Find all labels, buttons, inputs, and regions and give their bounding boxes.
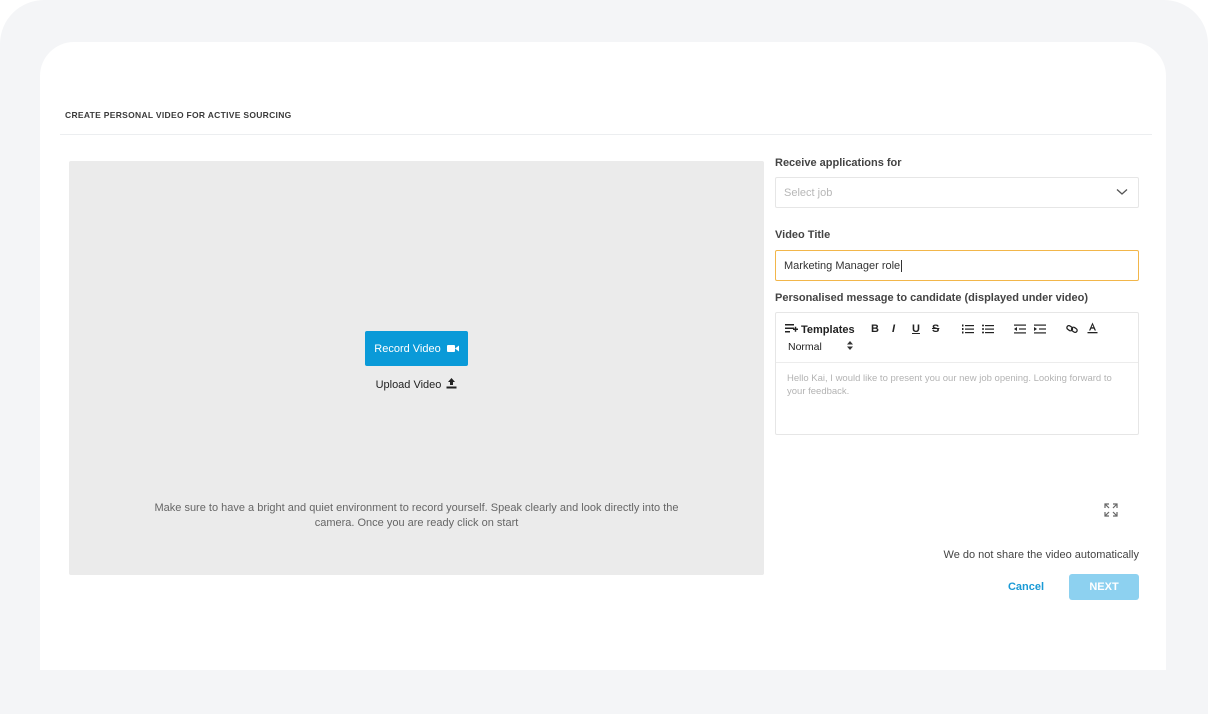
italic-button[interactable]: I [892,323,895,335]
link-icon[interactable] [1066,324,1078,334]
job-select-placeholder: Select job [784,186,833,199]
editor-toolbar: Templates B I U S Normal [776,313,1138,363]
video-title-value: Marketing Manager role [784,259,901,272]
recording-instructions: Make sure to have a bright and quiet env… [154,502,679,529]
chevron-down-icon [1116,187,1128,199]
share-disclaimer: We do not share the video automatically [943,549,1139,561]
record-video-button[interactable]: Record Video [365,331,468,366]
video-preview-area: Record Video Upload Video Make sure to h… [69,161,764,575]
next-button[interactable]: NEXT [1069,574,1139,600]
text-caret [901,259,903,272]
message-editor[interactable]: Templates B I U S Normal Hello Kai, I wo… [775,312,1139,435]
text-color-icon[interactable] [1087,322,1098,334]
cancel-button[interactable]: Cancel [1000,579,1052,595]
record-video-label: Record Video [374,342,441,355]
job-select-label: Receive applications for [775,157,902,169]
upload-video-label: Upload Video [375,379,442,391]
message-placeholder: Hello Kai, I would like to present you o… [787,373,1112,397]
upload-icon [446,378,457,392]
outdent-icon[interactable] [1014,324,1026,334]
dialog-card: CREATE PERSONAL VIDEO FOR ACTIVE SOURCIN… [40,42,1166,670]
text-style-select[interactable]: Normal [788,341,853,353]
video-title-input[interactable]: Marketing Manager role [775,250,1139,281]
templates-button[interactable]: Templates [785,323,855,336]
templates-icon [785,323,798,336]
updown-chevron-icon [847,341,853,353]
underline-button[interactable]: U [912,323,920,335]
expand-icon[interactable] [1104,503,1118,522]
text-style-value: Normal [788,341,822,353]
page-title: CREATE PERSONAL VIDEO FOR ACTIVE SOURCIN… [65,110,292,120]
job-select[interactable]: Select job [775,177,1139,208]
bullet-list-icon[interactable] [982,324,994,334]
message-label: Personalised message to candidate (displ… [775,292,1088,304]
strikethrough-button[interactable]: S [932,323,939,335]
upload-video-link[interactable]: Upload Video [369,377,464,393]
page-frame: CREATE PERSONAL VIDEO FOR ACTIVE SOURCIN… [0,0,1208,714]
templates-label: Templates [801,323,855,336]
video-camera-icon [446,344,459,353]
ordered-list-icon[interactable] [962,324,974,334]
indent-icon[interactable] [1034,324,1046,334]
video-title-label: Video Title [775,229,831,241]
title-divider [60,134,1152,135]
bold-button[interactable]: B [871,323,879,335]
